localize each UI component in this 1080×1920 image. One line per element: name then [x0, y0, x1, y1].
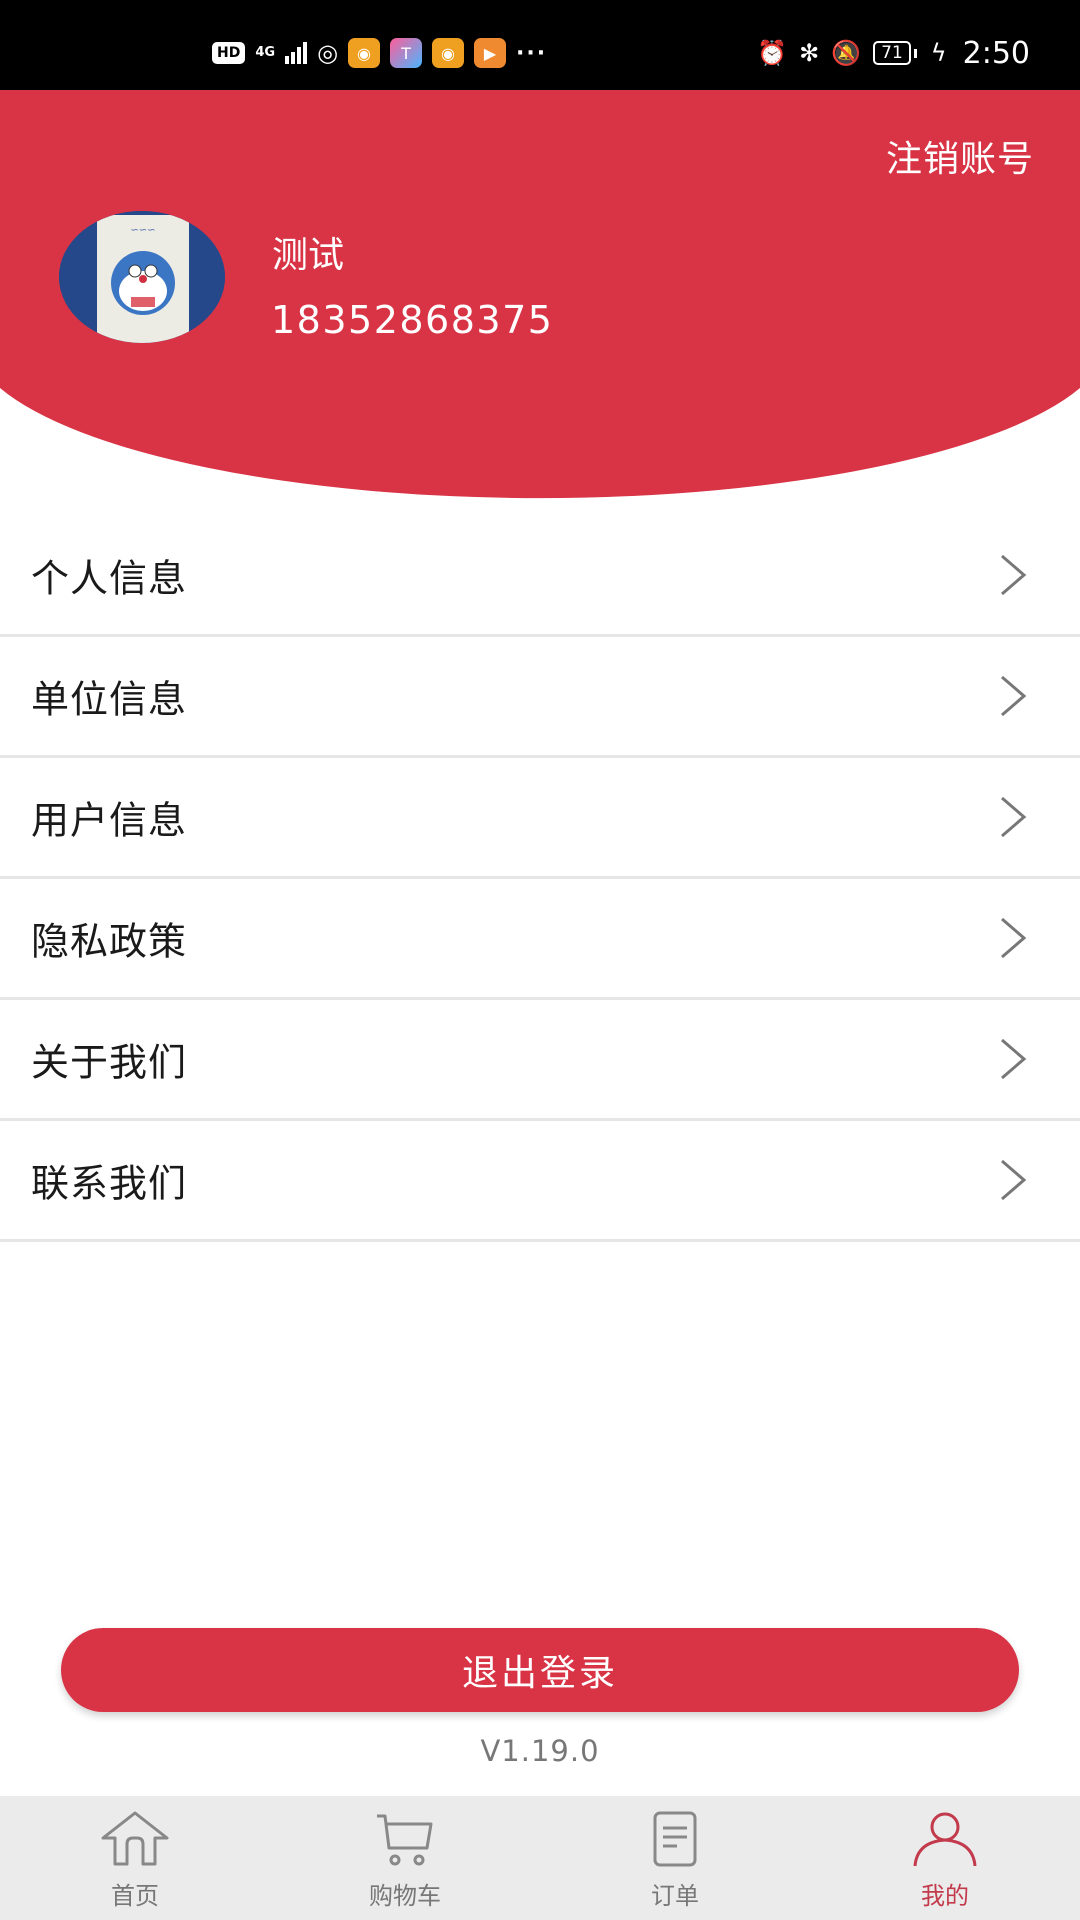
cancel-account-link[interactable]: 注销账号: [886, 130, 1034, 182]
chevron-right-icon: [1001, 1038, 1027, 1080]
home-icon: [101, 1811, 169, 1866]
menu-item-label: 隐私政策: [31, 919, 188, 964]
user-phone: 18352868375: [271, 298, 554, 342]
menu-item-label: 用户信息: [31, 798, 188, 843]
chevron-right-icon: [1001, 917, 1027, 959]
menu-item-label: 关于我们: [31, 1040, 188, 1085]
order-icon: [653, 1811, 697, 1867]
tab-mine[interactable]: 我的: [810, 1796, 1080, 1920]
status-right-icons: ⏰ ✻ 🔕 71 ϟ 2:50: [757, 35, 1030, 71]
status-bar: HD 4G ◎ ◉ T ◉ ▶ ··· ⏰ ✻ 🔕 71 ϟ 2:50: [0, 0, 1080, 90]
menu-item-label: 单位信息: [31, 677, 188, 722]
tab-label: 我的: [921, 1882, 969, 1910]
avatar[interactable]: ∽∽∽: [59, 211, 225, 343]
signal-icon: [285, 42, 308, 64]
clock: 2:50: [962, 35, 1030, 71]
menu-item-about-us[interactable]: 关于我们: [0, 1000, 1080, 1121]
menu-item-personal-info[interactable]: 个人信息: [0, 516, 1080, 637]
mute-bell-icon: 🔕: [831, 39, 862, 67]
logout-button[interactable]: 退出登录: [61, 1628, 1019, 1712]
chevron-right-icon: [1001, 554, 1027, 596]
chevron-right-icon: [1001, 1159, 1027, 1201]
tab-label: 订单: [651, 1882, 699, 1910]
menu-item-privacy-policy[interactable]: 隐私政策: [0, 879, 1080, 1000]
bottom-tab-bar: 首页 购物车 订单 我的: [0, 1796, 1080, 1920]
menu-item-user-info[interactable]: 用户信息: [0, 758, 1080, 879]
tab-label: 购物车: [369, 1882, 441, 1910]
tab-home[interactable]: 首页: [0, 1796, 270, 1920]
vpn-icon: ◎: [317, 39, 339, 67]
menu-item-label: 个人信息: [31, 556, 188, 601]
settings-menu: 个人信息 单位信息 用户信息 隐私政策 关于我们 联系我们: [0, 516, 1080, 1242]
charging-icon: ϟ: [930, 39, 947, 67]
tab-orders[interactable]: 订单: [540, 1796, 810, 1920]
bluetooth-icon: ✻: [799, 39, 820, 67]
app-version: V1.19.0: [480, 1734, 600, 1768]
user-name: 测试: [272, 235, 345, 276]
chevron-right-icon: [1001, 675, 1027, 717]
menu-item-contact-us[interactable]: 联系我们: [0, 1121, 1080, 1242]
battery-icon: 71: [873, 41, 917, 65]
status-left-icons: HD 4G ◎ ◉ T ◉ ▶ ···: [212, 38, 547, 68]
tab-label: 首页: [111, 1882, 159, 1910]
tab-cart[interactable]: 购物车: [270, 1796, 540, 1920]
avatar-image: ∽∽∽: [59, 211, 225, 343]
menu-item-company-info[interactable]: 单位信息: [0, 637, 1080, 758]
weibo-app-icon: ◉: [348, 38, 381, 68]
cart-icon: [377, 1814, 433, 1866]
paint-app-icon: T: [390, 38, 423, 68]
weibo-app-icon: ◉: [432, 38, 465, 68]
chevron-right-icon: [1001, 796, 1027, 838]
menu-item-label: 联系我们: [31, 1161, 188, 1206]
alarm-icon: ⏰: [757, 39, 788, 67]
profile-icon: [913, 1812, 977, 1867]
network-type-icon: 4G: [255, 45, 276, 60]
hd-icon: HD: [212, 42, 246, 64]
more-notifications-icon: ···: [516, 40, 548, 66]
svg-text:∽∽∽: ∽∽∽: [130, 225, 155, 236]
video-app-icon: ▶: [474, 38, 507, 68]
